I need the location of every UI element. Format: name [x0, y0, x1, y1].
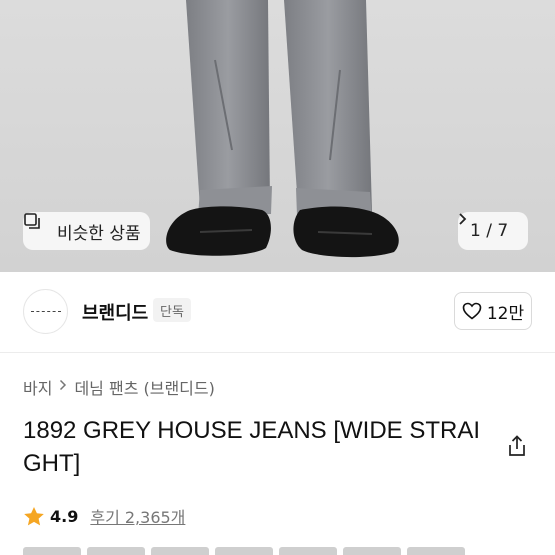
heart-icon [462, 302, 482, 320]
thumbnail[interactable] [87, 547, 145, 555]
breadcrumb-item-denim[interactable]: 데님 팬츠 (브랜디드) [74, 375, 214, 399]
product-title: 1892 GREY HOUSE JEANS [WIDE STRAIGHT] [23, 417, 481, 477]
share-icon[interactable] [505, 434, 529, 458]
similar-products-label: 비슷한 상품 [57, 223, 141, 244]
star-icon [23, 506, 45, 527]
brand-logo-mark [30, 310, 61, 313]
chevron-right-icon [59, 379, 67, 395]
thumbnail[interactable] [215, 547, 273, 555]
like-count: 12만 [486, 303, 525, 324]
brand-name-link[interactable]: 브랜디드 [82, 299, 148, 325]
thumbnail[interactable] [151, 547, 209, 555]
exclusive-badge: 단독 [153, 298, 191, 322]
thumbnail[interactable] [343, 547, 401, 555]
image-counter-label: 1 / 7 [470, 221, 509, 241]
thumbnail[interactable] [279, 547, 337, 555]
thumbnail[interactable] [23, 547, 81, 555]
similar-products-button[interactable]: 비슷한 상품 [23, 212, 150, 250]
like-button[interactable]: 12만 [454, 292, 532, 330]
rating-score: 4.9 [50, 506, 79, 526]
rating-row: 4.9 후기 2,365개 [23, 504, 185, 528]
image-counter-button[interactable]: 1 / 7 [458, 212, 528, 250]
brand-row: 브랜디드 단독 12만 [0, 272, 555, 352]
breadcrumb-item-pants[interactable]: 바지 [23, 375, 52, 399]
thumbnail-strip [0, 547, 555, 555]
product-image[interactable]: 비슷한 상품 1 / 7 [0, 0, 555, 272]
brand-logo[interactable] [23, 289, 68, 334]
thumbnail[interactable] [407, 547, 465, 555]
reviews-link[interactable]: 후기 2,365개 [90, 504, 185, 528]
breadcrumb: 바지 데님 팬츠 (브랜디드) [23, 375, 215, 399]
section-divider [0, 352, 555, 353]
similar-items-icon [24, 213, 51, 240]
